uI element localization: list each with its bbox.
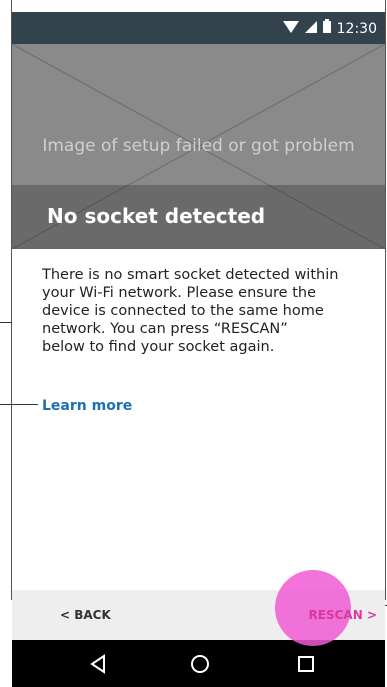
back-triangle-icon[interactable] xyxy=(86,652,110,676)
recents-square-icon[interactable] xyxy=(294,652,318,676)
annotation-line-learn-more xyxy=(0,404,38,405)
wifi-icon xyxy=(282,20,299,38)
hero-caption: Image of setup failed or got problem xyxy=(42,136,355,156)
hero-image-placeholder: Image of setup failed or got problem xyxy=(12,44,385,185)
error-message: There is no smart socket detected within… xyxy=(42,267,339,355)
rescan-button[interactable]: RESCAN > xyxy=(309,608,377,622)
frame-right-border xyxy=(385,0,386,600)
home-circle-icon[interactable] xyxy=(188,652,212,676)
annotation-line-body xyxy=(0,322,12,323)
signal-icon xyxy=(304,20,317,38)
message-section: There is no smart socket detected within… xyxy=(42,266,372,356)
status-bar: 12:30 xyxy=(12,12,385,44)
title-band: No socket detected xyxy=(12,185,385,249)
page-title: No socket detected xyxy=(47,204,266,228)
status-time: 12:30 xyxy=(336,20,377,37)
battery-icon xyxy=(322,19,331,38)
system-nav-bar xyxy=(12,640,385,687)
back-button[interactable]: < BACK xyxy=(60,608,111,622)
learn-more-link[interactable]: Learn more xyxy=(42,398,132,414)
